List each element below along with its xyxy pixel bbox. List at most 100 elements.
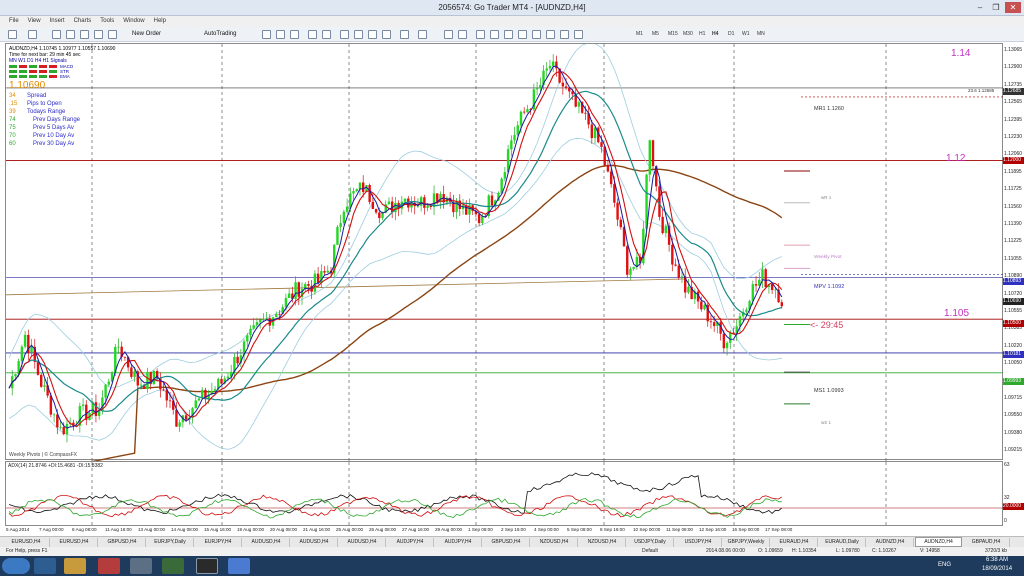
tf-d1[interactable]: D1 [728, 30, 734, 39]
chart-tab[interactable]: AUDUSD,H4 [339, 538, 386, 547]
price-tag: 1.10181 [1003, 351, 1024, 358]
horizontal-line-icon[interactable] [490, 30, 499, 39]
text-icon[interactable] [546, 30, 555, 39]
start-button[interactable] [2, 558, 30, 574]
minimize-button[interactable]: – [972, 2, 988, 13]
fibonacci-icon[interactable] [532, 30, 541, 39]
chart-tab[interactable]: USDJPY,H4 [675, 538, 722, 547]
price-scale[interactable]: 1.13065 1.12900 1.12735 1.12565 1.12395 1.122… [1003, 43, 1024, 460]
price-chart[interactable]: 1.14 1.12 1.105 23.6 1.12685 MR1 1.1260 wR 1 W… [5, 42, 1004, 479]
menu-item-view[interactable]: View [28, 16, 41, 27]
navigator-icon[interactable] [80, 30, 89, 39]
stat-row: .15 Pips to Open [9, 100, 115, 108]
chart-tab[interactable]: EURAUD,Daily [819, 538, 866, 547]
line-chart-icon[interactable] [290, 30, 299, 39]
data-window-icon[interactable] [66, 30, 75, 39]
candle-body [349, 193, 352, 207]
tile-windows-icon[interactable] [340, 30, 349, 39]
channel-icon[interactable] [518, 30, 527, 39]
candlestick-icon[interactable] [276, 30, 285, 39]
ie-icon[interactable] [34, 558, 56, 574]
autoscroll-icon[interactable] [354, 30, 363, 39]
menu-item-help[interactable]: Help [154, 16, 166, 27]
chart-tab[interactable]: EURJPY,H4 [195, 538, 242, 547]
chart-tab[interactable]: GBPUSD,H4 [99, 538, 146, 547]
maximize-button[interactable]: ❐ [988, 2, 1004, 13]
tf-m5[interactable]: M5 [652, 30, 659, 39]
chart-tab[interactable]: USDJPY,Daily [627, 538, 674, 547]
candle-body [535, 88, 539, 90]
tf-h4[interactable]: H4 [712, 30, 718, 39]
signal-cell [29, 70, 37, 73]
adx-scale-label: 32 [1004, 495, 1010, 501]
arrows-icon[interactable] [574, 30, 583, 39]
candle-body [213, 389, 217, 391]
chart-tab[interactable]: NZDUSD,H4 [531, 538, 578, 547]
chart-shift-icon[interactable] [368, 30, 377, 39]
tf-w1[interactable]: W1 [742, 30, 750, 39]
close-button[interactable]: ✕ [1005, 2, 1021, 13]
chart-tab[interactable]: GBPUSD,H4 [483, 538, 530, 547]
chart-tab[interactable]: AUDJPY,H4 [435, 538, 482, 547]
candle-body [43, 385, 46, 387]
chart-tab[interactable]: GBPAUD,H4 [963, 538, 1010, 547]
candle-body [178, 422, 181, 427]
adx-indicator-window[interactable]: ADX(14) 21.8746 +DI:15.4681 -DI:15.8382 [5, 461, 1004, 527]
adx-main-line [8, 472, 783, 514]
candle-body [426, 205, 429, 208]
price-tag: 1.10690 [1003, 298, 1024, 305]
tf-m15[interactable]: M15 [668, 30, 678, 39]
explorer-icon[interactable] [64, 558, 86, 574]
cursor-icon[interactable] [444, 30, 453, 39]
tf-m1[interactable]: M1 [636, 30, 643, 39]
chart-tab[interactable]: NZDUSD,H4 [579, 538, 626, 547]
candle-body [551, 61, 555, 66]
menu-item-charts[interactable]: Charts [74, 16, 92, 27]
terminal-icon[interactable] [94, 30, 103, 39]
app-icon[interactable] [162, 558, 184, 574]
mt4-taskbar-icon[interactable] [196, 558, 218, 574]
templates-icon[interactable] [418, 30, 427, 39]
market-watch-icon[interactable] [52, 30, 61, 39]
chart-tab[interactable]: AUDUSD,H4 [243, 538, 290, 547]
chart-tab[interactable]: GBPJPY,Weekly [723, 538, 770, 547]
crosshair-icon[interactable] [458, 30, 467, 39]
menu-item-file[interactable]: File [9, 16, 19, 27]
zoom-in-icon[interactable] [308, 30, 317, 39]
chart-tab[interactable]: EURAUD,H4 [771, 538, 818, 547]
strategy-tester-icon[interactable] [108, 30, 117, 39]
candle-body [23, 334, 27, 347]
app-icon[interactable] [130, 558, 152, 574]
bar-chart-icon[interactable] [262, 30, 271, 39]
app-icon[interactable] [228, 558, 250, 574]
menu-item-window[interactable]: Window [123, 16, 144, 27]
candle-body [236, 356, 239, 364]
trendline-icon[interactable] [504, 30, 513, 39]
menu-item-tools[interactable]: Tools [100, 16, 114, 27]
zoom-out-icon[interactable] [322, 30, 331, 39]
chart-tab[interactable]: AUDJPY,H4 [387, 538, 434, 547]
tf-mn[interactable]: MN [757, 30, 765, 39]
vertical-line-icon[interactable] [476, 30, 485, 39]
tf-h1[interactable]: H1 [699, 30, 705, 39]
chrome-icon[interactable] [98, 558, 120, 574]
chart-tab[interactable]: AUDNZD,H4 [915, 537, 962, 547]
autotrading-button[interactable]: AutoTrading [204, 29, 236, 40]
chart-tab[interactable]: EURJPY,Daily [147, 538, 194, 547]
menu-item-insert[interactable]: Insert [50, 16, 65, 27]
label-icon[interactable] [560, 30, 569, 39]
chart-tab[interactable]: EURUSD,H4 [3, 538, 50, 547]
chart-tab[interactable]: EURUSD,H4 [51, 538, 98, 547]
new-order-button[interactable]: New Order [132, 29, 161, 40]
stat-row: 74 Prev Days Range [9, 116, 115, 124]
chart-tab[interactable]: AUDUSD,H4 [291, 538, 338, 547]
tf-m30[interactable]: M30 [683, 30, 693, 39]
language-indicator[interactable]: ENG [938, 562, 951, 568]
chart-tab[interactable]: AUDNZD,H4 [867, 538, 914, 547]
profiles-icon[interactable] [28, 30, 37, 39]
clock-date[interactable]: 18/09/2014 [982, 566, 1012, 572]
clock-time[interactable]: 6:38 AM [986, 557, 1008, 563]
new-chart-icon[interactable] [8, 30, 17, 39]
periods-icon[interactable] [400, 30, 409, 39]
indicators-icon[interactable] [382, 30, 391, 39]
